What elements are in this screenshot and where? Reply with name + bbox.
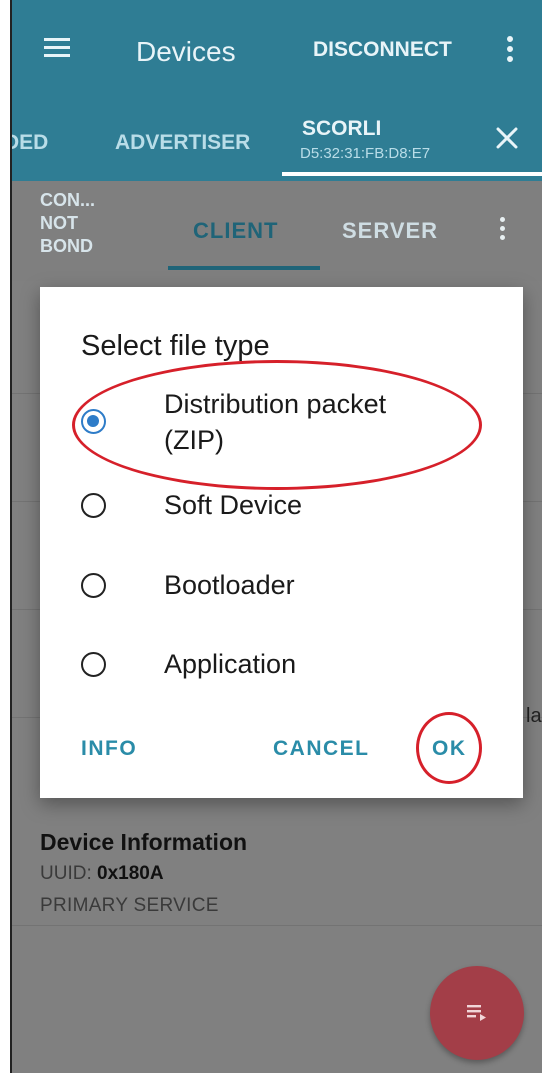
option-label: Soft Device bbox=[164, 490, 303, 520]
tab-partial[interactable]: DED bbox=[10, 131, 48, 155]
bond-status: CON... NOT BOND bbox=[40, 189, 95, 258]
bond-status-line: BOND bbox=[40, 236, 93, 256]
service-type: PRIMARY SERVICE bbox=[40, 895, 219, 916]
bond-status-line: CON... bbox=[40, 190, 96, 210]
disconnect-button[interactable]: DISCONNECT bbox=[313, 38, 452, 62]
client-tab-indicator bbox=[168, 266, 320, 270]
sub-tabs: CON... NOT BOND CLIENT SERVER bbox=[10, 181, 542, 281]
dialog-title: Select file type bbox=[81, 330, 270, 362]
fab-button[interactable] bbox=[430, 966, 524, 1060]
radio-icon[interactable] bbox=[81, 652, 106, 677]
annotation-ellipse-zip bbox=[72, 360, 482, 490]
app-screen: Devices DISCONNECT DED ADVERTISER SCORLI… bbox=[10, 0, 542, 1073]
tab-server[interactable]: SERVER bbox=[342, 218, 438, 244]
device-tabs: DED ADVERTISER SCORLI D5:32:31:FB:D8:E7 bbox=[10, 103, 542, 181]
bond-status-line: NOT bbox=[40, 213, 78, 233]
option-label: Application bbox=[164, 649, 297, 679]
close-icon[interactable] bbox=[494, 125, 520, 151]
more-options-icon[interactable] bbox=[507, 36, 513, 62]
annotation-circle-ok bbox=[416, 712, 482, 784]
info-button[interactable]: INFO bbox=[81, 737, 137, 761]
list-icon bbox=[467, 1005, 486, 1021]
tab-advertiser[interactable]: ADVERTISER bbox=[115, 131, 250, 155]
screenshot-border bbox=[10, 0, 12, 1073]
app-bar: Devices DISCONNECT bbox=[10, 0, 542, 103]
tab-device-address: D5:32:31:FB:D8:E7 bbox=[300, 145, 431, 162]
cancel-button[interactable]: CANCEL bbox=[273, 737, 370, 761]
option-bootloader[interactable]: Bootloader bbox=[40, 555, 523, 615]
service-name[interactable]: Device Information bbox=[40, 829, 247, 856]
uuid-label: UUID: bbox=[40, 863, 92, 884]
more-options-icon[interactable] bbox=[500, 217, 505, 241]
uuid-value: 0x180A bbox=[97, 863, 164, 884]
divider bbox=[10, 925, 542, 926]
option-label: Bootloader bbox=[164, 570, 295, 600]
tab-client[interactable]: CLIENT bbox=[193, 218, 278, 244]
menu-icon[interactable] bbox=[44, 36, 70, 58]
radio-icon[interactable] bbox=[81, 493, 106, 518]
tab-device-name[interactable]: SCORLI bbox=[302, 117, 381, 141]
service-uuid: UUID: 0x180A bbox=[40, 863, 164, 885]
active-tab-indicator bbox=[282, 172, 542, 176]
option-application[interactable]: Application bbox=[40, 634, 523, 694]
clipped-text: la bbox=[526, 705, 542, 727]
page-title: Devices bbox=[136, 36, 236, 67]
radio-icon[interactable] bbox=[81, 573, 106, 598]
